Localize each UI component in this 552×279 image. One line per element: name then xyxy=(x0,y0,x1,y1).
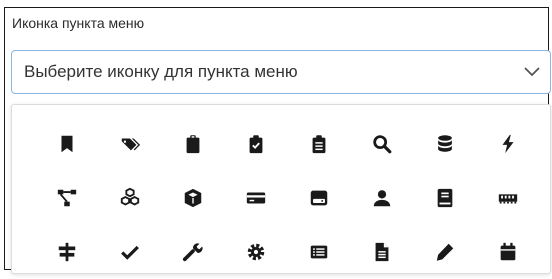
icon-dropdown-panel xyxy=(11,104,551,274)
file-alt-icon[interactable] xyxy=(350,225,413,279)
select-placeholder: Выберите иконку для пункта меню xyxy=(24,62,298,81)
search-icon[interactable] xyxy=(350,117,413,171)
bookmark-icon[interactable] xyxy=(35,117,98,171)
chevron-down-icon[interactable] xyxy=(514,51,550,93)
clipboard-icon[interactable] xyxy=(161,117,224,171)
pencil-icon[interactable] xyxy=(413,225,476,279)
cubes-icon[interactable] xyxy=(98,171,161,225)
wrench-icon[interactable] xyxy=(161,225,224,279)
tags-icon[interactable] xyxy=(98,117,161,171)
cube-icon[interactable] xyxy=(161,171,224,225)
credit-card-icon[interactable] xyxy=(224,171,287,225)
clipboard-check-icon[interactable] xyxy=(224,117,287,171)
user-icon[interactable] xyxy=(350,171,413,225)
memory-icon[interactable] xyxy=(476,171,539,225)
icon-picker-field: Иконка пункта меню Выберите иконку для п… xyxy=(4,7,551,274)
calendar-icon[interactable] xyxy=(476,225,539,279)
sign-icon[interactable] xyxy=(35,225,98,279)
database-icon[interactable] xyxy=(413,117,476,171)
cog-icon[interactable] xyxy=(224,225,287,279)
book-icon[interactable] xyxy=(413,171,476,225)
bolt-icon[interactable] xyxy=(476,117,539,171)
list-alt-icon[interactable] xyxy=(287,225,350,279)
field-label: Иконка пункта меню xyxy=(12,15,145,31)
icon-grid xyxy=(35,117,539,279)
hdd-icon[interactable] xyxy=(287,171,350,225)
clipboard-list-icon[interactable] xyxy=(287,117,350,171)
project-diagram-icon[interactable] xyxy=(35,171,98,225)
icon-select[interactable]: Выберите иконку для пункта меню xyxy=(11,50,551,94)
check-icon[interactable] xyxy=(98,225,161,279)
